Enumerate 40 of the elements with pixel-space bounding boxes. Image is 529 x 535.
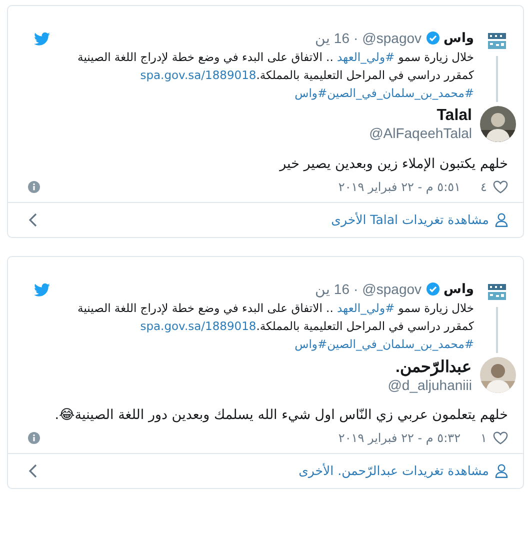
hashtag-link[interactable]: #ولي_العهد bbox=[337, 299, 395, 317]
account-name[interactable]: واس bbox=[444, 30, 474, 46]
more-tweets-link[interactable]: مشاهدة تغريدات عبدالرّحمن. الأخرى bbox=[298, 463, 489, 478]
bird-icon[interactable] bbox=[34, 32, 50, 46]
author-name[interactable]: عبدالرّحمن. bbox=[388, 357, 472, 377]
tweet-time[interactable]: ٥:٥١ م - ٢٢ فبراير ٢٠١٩ bbox=[338, 180, 461, 194]
author-handle: @d_aljuhaniii bbox=[388, 377, 472, 393]
account-handle: @spagov bbox=[362, 281, 422, 297]
separator-dot: · bbox=[353, 30, 358, 46]
chevron-icon[interactable] bbox=[28, 464, 38, 478]
hashtag-link[interactable]: #محمد_بن_سلمان_في_الصين bbox=[327, 84, 474, 102]
hashtag-link[interactable]: #واس bbox=[294, 84, 328, 102]
separator-dot: · bbox=[353, 281, 358, 297]
like-count: ٤ bbox=[480, 180, 487, 194]
bird-icon[interactable] bbox=[34, 283, 50, 297]
logo-icon bbox=[487, 32, 507, 50]
hashtag-link[interactable]: spa.gov.sa/1889018 bbox=[140, 66, 256, 84]
author-name[interactable]: Talal bbox=[369, 107, 472, 125]
account-name[interactable]: واس bbox=[444, 282, 474, 296]
tweet-time[interactable]: ٥:٣٢ م - ٢٢ فبراير ٢٠١٩ bbox=[338, 431, 461, 445]
hashtag-link[interactable]: #ولي_العهد bbox=[337, 48, 395, 66]
reply-text: خلهم يكتبون الإملاء زين وبعدين يصير خير bbox=[278, 156, 508, 172]
logo-icon bbox=[487, 283, 507, 301]
person-icon bbox=[495, 464, 508, 478]
chevron-icon[interactable] bbox=[28, 212, 38, 226]
reply-text: خلهم يتعلمون عربي زي النّاس اول شيء الله يسلمك وبعدين دور اللغة الصينية😂. bbox=[54, 407, 508, 423]
like-count: ١ bbox=[480, 431, 487, 445]
person-icon bbox=[495, 212, 508, 226]
tweet-date[interactable]: 16 ين bbox=[315, 281, 350, 297]
more-tweets-link[interactable]: مشاهدة تغريدات Talal الأخرى bbox=[331, 212, 489, 227]
tweet-date[interactable]: 16 ين bbox=[315, 30, 350, 46]
hashtag-link[interactable]: #واس bbox=[294, 335, 328, 353]
account-handle: @spagov bbox=[362, 30, 422, 46]
info-icon[interactable] bbox=[28, 181, 40, 193]
hashtag-link[interactable]: spa.gov.sa/1889018 bbox=[140, 317, 256, 335]
heart-icon[interactable] bbox=[493, 431, 508, 445]
heart-icon[interactable] bbox=[493, 180, 508, 194]
author-handle: @AlFaqeehTalal bbox=[369, 125, 472, 141]
hashtag-link[interactable]: #محمد_بن_سلمان_في_الصين bbox=[327, 335, 474, 353]
info-icon[interactable] bbox=[28, 432, 40, 444]
